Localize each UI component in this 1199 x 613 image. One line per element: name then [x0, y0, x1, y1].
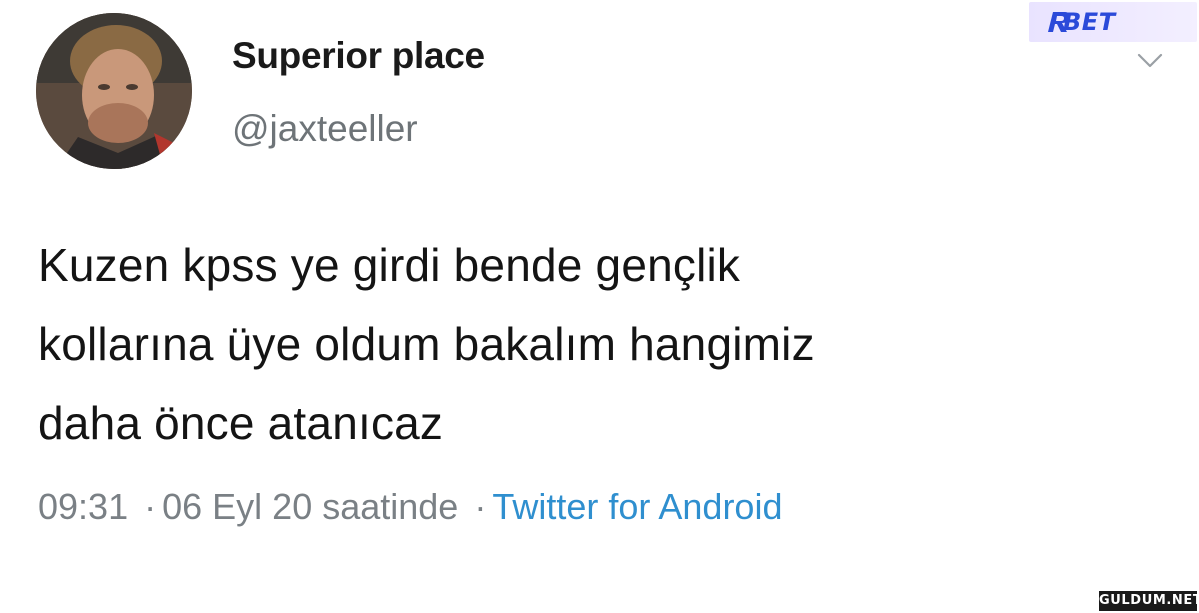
- tweet-source-link[interactable]: Twitter for Android: [492, 486, 782, 527]
- tweet-text-line: daha önce atanıcaz: [38, 397, 444, 449]
- chevron-down-icon[interactable]: [1137, 52, 1163, 70]
- tweet-metadata: 09:31 · 06 Eyl 20 saatinde · Twitter for A…: [38, 486, 782, 528]
- tweet-card: Superior place @jaxteeller BET Kuzen kps…: [0, 0, 1199, 613]
- tweet-text: Kuzen kpss ye girdi bende gençlik kollar…: [38, 226, 1168, 463]
- avatar[interactable]: [36, 13, 192, 169]
- display-name[interactable]: Superior place: [232, 35, 485, 77]
- tweet-text-line: Kuzen kpss ye girdi bende gençlik: [38, 239, 741, 291]
- brand-badge-text: BET: [1063, 8, 1116, 36]
- brand-badge[interactable]: BET: [1029, 2, 1197, 42]
- tweet-date[interactable]: 06 Eyl 20 saatinde: [162, 486, 458, 527]
- watermark: GULDUM.NET: [1099, 591, 1199, 611]
- meta-separator: ·: [474, 486, 487, 527]
- tweet-text-line: kollarına üye oldum bakalım hangimiz: [38, 318, 815, 370]
- meta-separator: ·: [144, 486, 157, 527]
- profile-photo-icon: [36, 13, 192, 169]
- tweet-time[interactable]: 09:31: [38, 486, 128, 527]
- user-handle[interactable]: @jaxteeller: [232, 108, 418, 150]
